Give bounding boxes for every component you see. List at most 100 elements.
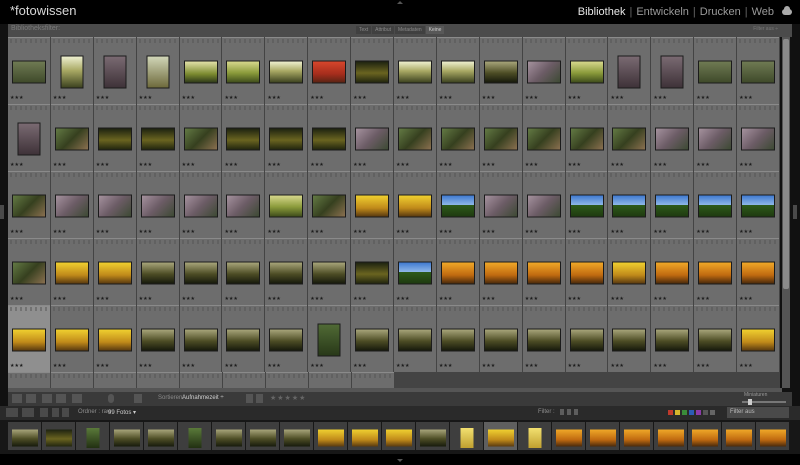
filmstrip-source[interactable]: Ordner : raw: [78, 409, 111, 415]
photo-cell[interactable]: ★★★: [351, 305, 394, 372]
photo-thumbnail[interactable]: [742, 262, 775, 284]
filmstrip-thumbnail[interactable]: [188, 428, 201, 448]
cell-rating-stars[interactable]: ★★★: [139, 163, 152, 168]
photo-cell[interactable]: ★★★: [737, 171, 780, 238]
loupe-view-button[interactable]: [26, 394, 36, 403]
photo-cell[interactable]: ★★★: [608, 171, 651, 238]
cell-rating-stars[interactable]: ★★★: [439, 163, 452, 168]
photo-cell[interactable]: ★★★: [479, 171, 522, 238]
photo-thumbnail[interactable]: [227, 262, 260, 284]
photo-cell[interactable]: [180, 372, 222, 388]
photo-cell[interactable]: ★★★: [8, 37, 50, 104]
filmstrip-thumbnail[interactable]: [249, 429, 276, 447]
filmstrip-item[interactable]: [348, 422, 381, 450]
photo-thumbnail[interactable]: [270, 262, 303, 284]
filmstrip-thumbnail[interactable]: [460, 428, 473, 448]
cell-rating-stars[interactable]: ★★★: [224, 297, 237, 302]
photo-cell[interactable]: ★★★: [651, 238, 694, 305]
photo-thumbnail[interactable]: [356, 195, 389, 217]
photo-thumbnail[interactable]: [484, 61, 517, 83]
photo-cell[interactable]: ★★★: [222, 305, 265, 372]
photo-cell[interactable]: ★★★: [8, 171, 50, 238]
module-web[interactable]: Web: [752, 6, 774, 18]
filter-tab-keine[interactable]: Keine: [425, 26, 445, 34]
cell-rating-stars[interactable]: ★★★: [439, 230, 452, 235]
photo-cell[interactable]: ★★★: [651, 305, 694, 372]
photo-cell[interactable]: [309, 372, 351, 388]
filmstrip-item[interactable]: [314, 422, 347, 450]
photo-cell[interactable]: ★★★: [136, 104, 179, 171]
photo-cell[interactable]: ★★★: [136, 305, 179, 372]
cell-rating-stars[interactable]: ★★★: [653, 297, 666, 302]
cell-rating-stars[interactable]: ★★★: [568, 96, 581, 101]
cell-rating-stars[interactable]: ★★★: [310, 230, 323, 235]
photo-thumbnail[interactable]: [227, 195, 260, 217]
thumbnail-size-slider[interactable]: [742, 399, 786, 405]
cell-rating-stars[interactable]: ★★★: [396, 364, 409, 369]
photo-cell[interactable]: ★★★: [565, 171, 608, 238]
photo-thumbnail[interactable]: [441, 329, 474, 351]
photo-cell[interactable]: ★★★: [522, 238, 565, 305]
color-label-swatch[interactable]: [682, 410, 687, 415]
cell-rating-stars[interactable]: ★★★: [96, 163, 109, 168]
filmstrip-item[interactable]: [280, 422, 313, 450]
filmstrip-thumbnail[interactable]: [691, 429, 718, 447]
filmstrip-item[interactable]: [688, 422, 721, 450]
photo-cell[interactable]: ★★★: [394, 37, 436, 104]
photo-thumbnail[interactable]: [12, 329, 45, 351]
cell-rating-stars[interactable]: ★★★: [482, 364, 495, 369]
cell-rating-stars[interactable]: ★★★: [525, 230, 538, 235]
color-label-swatch[interactable]: [668, 410, 673, 415]
cell-rating-stars[interactable]: ★★★: [224, 364, 237, 369]
filmstrip-thumbnail[interactable]: [555, 429, 582, 447]
photo-cell[interactable]: ★★★: [8, 305, 50, 372]
photo-cell[interactable]: ★★★: [436, 171, 479, 238]
cell-rating-stars[interactable]: ★★★: [696, 364, 709, 369]
module-bibliothek[interactable]: Bibliothek: [578, 6, 626, 18]
photo-cell[interactable]: ★★★: [394, 305, 436, 372]
photo-thumbnail[interactable]: [527, 195, 560, 217]
photo-thumbnail[interactable]: [55, 195, 88, 217]
cell-rating-stars[interactable]: ★★★: [396, 163, 409, 168]
filmstrip-item[interactable]: [212, 422, 245, 450]
photo-cell[interactable]: ★★★: [436, 37, 479, 104]
photo-thumbnail[interactable]: [227, 329, 260, 351]
photo-thumbnail[interactable]: [184, 262, 217, 284]
cell-rating-stars[interactable]: ★★★: [610, 297, 623, 302]
photo-thumbnail[interactable]: [356, 61, 389, 83]
cell-rating-stars[interactable]: ★★★: [653, 96, 666, 101]
photo-thumbnail[interactable]: [618, 56, 640, 88]
color-label-swatch[interactable]: [703, 410, 708, 415]
cell-rating-stars[interactable]: ★★★: [439, 96, 452, 101]
cell-rating-stars[interactable]: ★★★: [353, 96, 366, 101]
cell-rating-stars[interactable]: ★★★: [96, 96, 109, 101]
photo-cell[interactable]: ★★★: [50, 171, 93, 238]
cell-rating-stars[interactable]: ★★★: [439, 364, 452, 369]
cell-rating-stars[interactable]: ★★★: [139, 230, 152, 235]
photo-cell[interactable]: ★★★: [436, 305, 479, 372]
photo-thumbnail[interactable]: [570, 329, 603, 351]
right-panel-toggle[interactable]: [793, 205, 797, 219]
photo-thumbnail[interactable]: [613, 262, 646, 284]
photo-cell[interactable]: ★★★: [608, 104, 651, 171]
photo-cell[interactable]: ★★★: [265, 305, 308, 372]
photo-cell[interactable]: ★★★: [93, 171, 136, 238]
cell-rating-stars[interactable]: ★★★: [353, 364, 366, 369]
window-1-button[interactable]: [6, 408, 18, 417]
photo-thumbnail[interactable]: [141, 195, 174, 217]
cell-rating-stars[interactable]: ★★★: [267, 364, 280, 369]
photo-thumbnail[interactable]: [570, 128, 603, 150]
cell-rating-stars[interactable]: ★★★: [310, 96, 323, 101]
photo-thumbnail[interactable]: [270, 128, 303, 150]
photo-thumbnail[interactable]: [484, 195, 517, 217]
photo-cell[interactable]: ★★★: [93, 238, 136, 305]
photo-cell[interactable]: ★★★: [479, 238, 522, 305]
photo-cell[interactable]: ★★★: [308, 37, 351, 104]
photo-cell[interactable]: ★★★: [436, 104, 479, 171]
people-view-button[interactable]: [72, 394, 82, 403]
filmstrip-item[interactable]: [756, 422, 789, 450]
window-2-button[interactable]: [22, 408, 34, 417]
photo-cell[interactable]: ★★★: [565, 305, 608, 372]
flag-filter-icon[interactable]: [567, 409, 571, 415]
photo-thumbnail[interactable]: [184, 329, 217, 351]
